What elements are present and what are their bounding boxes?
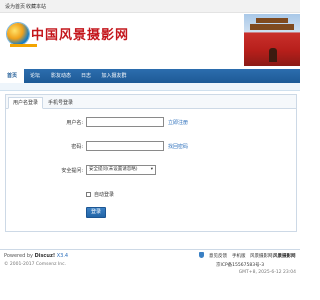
password-label: 密码: <box>71 144 83 150</box>
nav-item-activity[interactable]: 影友动态 <box>46 69 76 83</box>
tab-username-login[interactable]: 用户名登录 <box>8 97 44 109</box>
logo-underline <box>10 44 37 47</box>
top-bar: 设为首页 收藏本站 <box>0 0 300 13</box>
copyright-text: © 2001-2017 Comsenz Inc. <box>4 262 67 267</box>
login-submit-button[interactable]: 登录 <box>86 207 107 218</box>
nav-item-forum[interactable]: 论坛 <box>24 69 46 83</box>
nav-item-blog[interactable]: 日志 <box>76 69 96 83</box>
register-link[interactable]: 立即注册 <box>168 119 188 126</box>
forgot-password-link[interactable]: 找回密码 <box>168 143 188 150</box>
feedback-link[interactable]: 意见反馈 <box>209 253 227 259</box>
chevron-down-icon: ▾ <box>150 167 153 172</box>
nav-item-home[interactable]: 首页 <box>0 69 24 83</box>
login-panel: 用户名登录 手机号登录 用户名: 立即注册 密码: 找回密码 安全提问: 安全提… <box>5 94 297 232</box>
site-link[interactable]: 风景摄影网 <box>250 253 273 259</box>
discuz-link[interactable]: Discuz! <box>35 253 56 259</box>
nav-item-join-group[interactable]: 加入摄友群 <box>96 69 132 83</box>
icp-text[interactable]: 京ICP备15567583号-3 <box>216 262 264 268</box>
site-link-bold[interactable]: 风景摄影网 <box>273 253 296 259</box>
password-input[interactable] <box>86 141 164 151</box>
mobile-link[interactable]: 手机版 <box>232 253 246 259</box>
tab-phone-login[interactable]: 手机号登录 <box>44 98 77 108</box>
powered-by-text: Powered by Discuz! X3.4 <box>4 253 68 259</box>
gate-banner-image <box>244 14 300 66</box>
auto-login-checkbox[interactable] <box>86 192 91 197</box>
powered-by-label: Powered by <box>4 253 33 259</box>
username-label: 用户名: <box>66 120 83 126</box>
security-question-select[interactable]: 安全提问(未设置请忽略) ▾ <box>86 165 156 175</box>
security-question-label: 安全提问: <box>61 168 83 174</box>
username-input[interactable] <box>86 117 164 127</box>
sub-nav-bar <box>0 83 300 91</box>
auto-login-label: 自动登录 <box>94 192 115 198</box>
version-text: X3.4 <box>56 253 69 259</box>
shield-icon <box>199 252 204 258</box>
main-nav: 首页 论坛 影友动态 日志 加入摄友群 <box>0 69 300 83</box>
add-favorite-link[interactable]: 收藏本站 <box>26 3 46 10</box>
server-time: GMT+8, 2025-6-12 23:04 <box>238 270 296 275</box>
footer-divider <box>0 249 300 250</box>
site-logo-text[interactable]: 中国风景摄影网 <box>31 24 129 43</box>
globe-logo-icon[interactable] <box>7 23 29 45</box>
login-tabs: 用户名登录 手机号登录 <box>6 95 296 109</box>
set-homepage-link[interactable]: 设为首页 <box>5 3 25 10</box>
security-question-value: 安全提问(未设置请忽略) <box>89 167 138 172</box>
